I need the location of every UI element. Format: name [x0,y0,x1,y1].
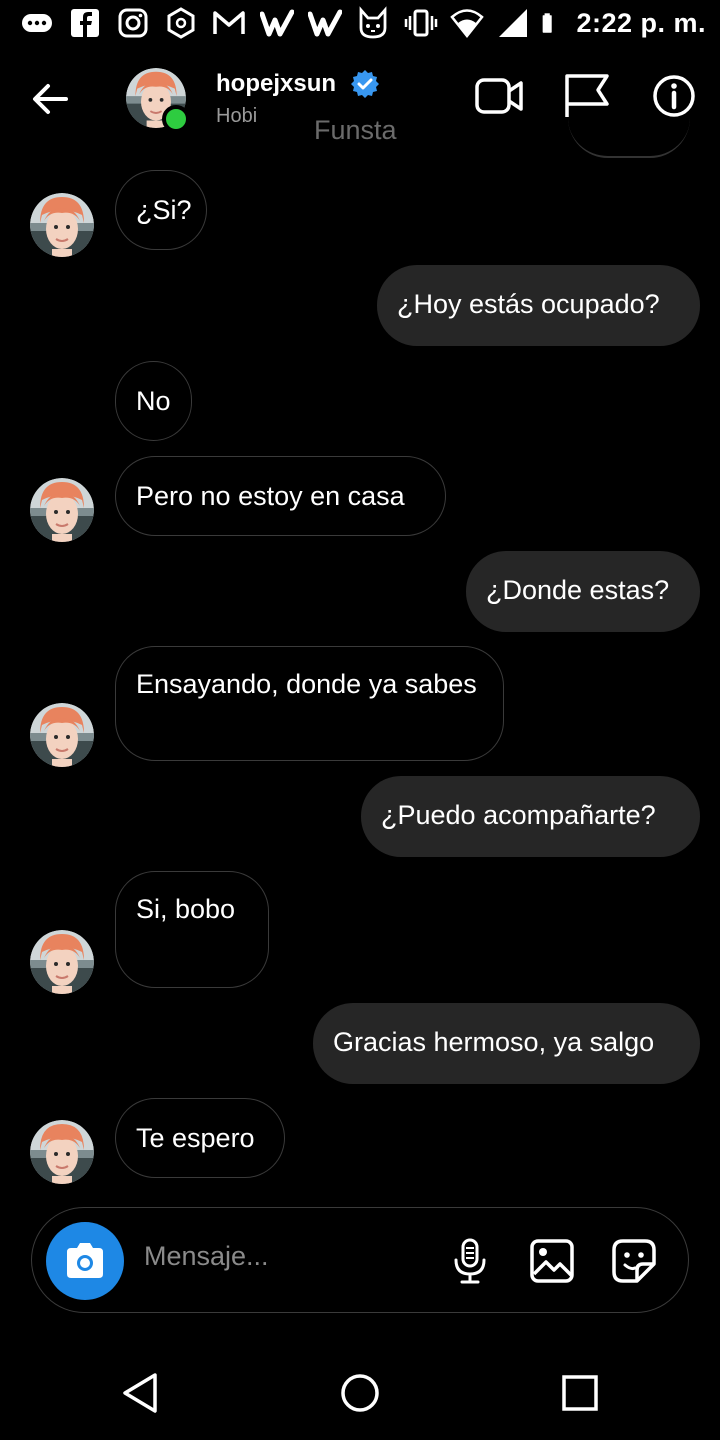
wifi-icon [450,9,485,39]
gmail-icon [213,11,245,34]
message-composer [31,1207,689,1313]
outgoing-message[interactable]: ¿Hoy estás ocupado? [377,265,700,346]
vibrate-icon [405,9,438,37]
outgoing-message[interactable]: ¿Donde estas? [466,551,700,632]
system-indicators: 2:22 p. m. [404,6,706,40]
outgoing-message[interactable]: ¿Puedo acompañarte? [361,776,700,857]
overlay-label: Funsta [314,115,397,145]
notification-icons [20,6,390,40]
incoming-message[interactable]: Pero no estoy en casa [115,456,446,536]
info-icon[interactable] [650,73,700,119]
contact-display-name: Hobi [216,105,258,127]
battery-icon [543,13,553,33]
incoming-message[interactable]: Ensayando, donde ya sabes [115,646,504,761]
sender-avatar[interactable] [30,930,94,994]
message-input[interactable] [144,1241,424,1272]
nav-home-icon[interactable] [337,1370,383,1416]
cat-app-icon [359,6,387,39]
contact-username[interactable]: hopejxsun [216,70,336,98]
status-bar: 2:22 p. m. [0,0,720,52]
nav-back-icon[interactable] [117,1370,163,1416]
hexagon-app-icon [167,7,195,39]
nav-recents-icon[interactable] [557,1370,603,1416]
sender-avatar[interactable] [30,703,94,767]
sender-avatar[interactable] [30,193,94,257]
sender-avatar[interactable] [30,1120,94,1184]
microphone-icon[interactable] [447,1238,493,1284]
clock: 2:22 p. m. [576,7,706,38]
incoming-message[interactable]: No [115,361,192,441]
incoming-message[interactable]: Si, bobo [115,871,269,988]
video-call-icon[interactable] [474,73,524,119]
incoming-message[interactable]: Te espero [115,1098,285,1178]
back-arrow-icon[interactable] [28,77,74,121]
outgoing-message[interactable]: Gracias hermoso, ya salgo [313,1003,700,1084]
sticker-icon[interactable] [611,1238,657,1284]
verified-badge-icon [351,70,379,98]
gallery-icon[interactable] [529,1238,575,1284]
facebook-icon [71,9,99,37]
flag-icon[interactable] [562,73,612,119]
previous-message-bubble [568,118,690,158]
wattpad-icon [308,9,342,37]
camera-icon [67,1243,103,1278]
sender-avatar[interactable] [30,478,94,542]
incoming-message[interactable]: ¿Si? [115,170,207,250]
instagram-icon [118,8,148,38]
camera-button[interactable] [46,1222,124,1300]
signal-icon [499,9,528,37]
wattpad-icon [260,9,294,37]
messages-icon [22,14,52,32]
online-status-dot [162,105,190,133]
